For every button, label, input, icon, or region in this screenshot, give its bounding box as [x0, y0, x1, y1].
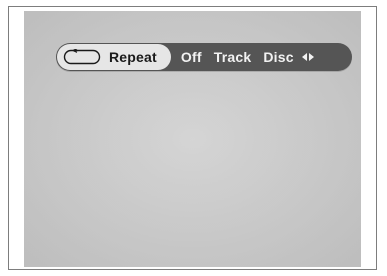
repeat-option-disc[interactable]: Disc — [263, 49, 293, 65]
repeat-option-off[interactable]: Off — [181, 49, 202, 65]
repeat-label: Repeat — [109, 49, 157, 65]
left-right-arrows-icon[interactable] — [301, 50, 314, 64]
repeat-icon — [63, 49, 101, 65]
repeat-setting-bar[interactable]: Repeat Off Track Disc — [56, 43, 352, 71]
repeat-option-track[interactable]: Track — [214, 49, 252, 65]
repeat-title-chip: Repeat — [57, 44, 171, 70]
